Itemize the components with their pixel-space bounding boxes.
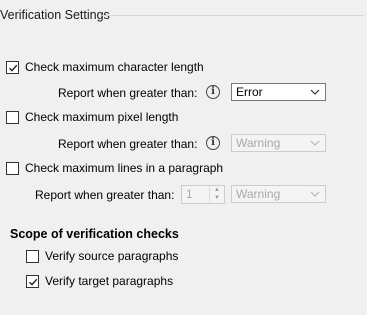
spin-up-icon[interactable]: ▲ xyxy=(210,186,224,194)
checkbox-max-lines-paragraph[interactable] xyxy=(6,162,19,175)
chevron-down-icon xyxy=(310,89,320,95)
info-icon[interactable]: i xyxy=(206,136,220,150)
select-value: Warning xyxy=(236,187,281,201)
select-lines-severity[interactable]: Warning xyxy=(231,185,326,203)
checkbox-max-pixel-length[interactable] xyxy=(6,111,19,124)
chevron-down-icon xyxy=(310,140,320,146)
label-max-character-length[interactable]: Check maximum character length xyxy=(25,60,204,74)
checkbox-verify-source[interactable] xyxy=(26,250,39,263)
checkbox-max-character-length[interactable] xyxy=(6,61,19,74)
spinbox-value: 1 xyxy=(186,187,193,201)
select-value: Warning xyxy=(236,136,281,150)
report-label-character: Report when greater than: xyxy=(58,86,198,100)
section-title: Verification Settings xyxy=(0,8,110,22)
select-pixel-severity[interactable]: Warning xyxy=(231,134,326,152)
spinbox-lines[interactable]: 1 ▲ ▼ xyxy=(181,185,225,204)
checkmark-icon xyxy=(8,64,17,72)
label-verify-source[interactable]: Verify source paragraphs xyxy=(45,249,178,263)
report-label-lines: Report when greater than: xyxy=(35,188,175,202)
checkbox-verify-target[interactable] xyxy=(26,275,39,288)
report-label-pixel: Report when greater than: xyxy=(58,137,198,151)
spin-down-icon[interactable]: ▼ xyxy=(210,194,224,202)
checkmark-icon xyxy=(28,278,37,286)
label-max-lines-paragraph[interactable]: Check maximum lines in a paragraph xyxy=(25,161,223,175)
select-value: Error xyxy=(236,85,263,99)
label-verify-target[interactable]: Verify target paragraphs xyxy=(45,274,173,288)
scope-title: Scope of verification checks xyxy=(10,227,179,241)
info-icon[interactable]: i xyxy=(206,85,220,99)
chevron-down-icon xyxy=(310,191,320,197)
section-divider xyxy=(102,15,364,16)
select-character-severity[interactable]: Error xyxy=(231,83,326,101)
label-max-pixel-length[interactable]: Check maximum pixel length xyxy=(25,110,178,124)
